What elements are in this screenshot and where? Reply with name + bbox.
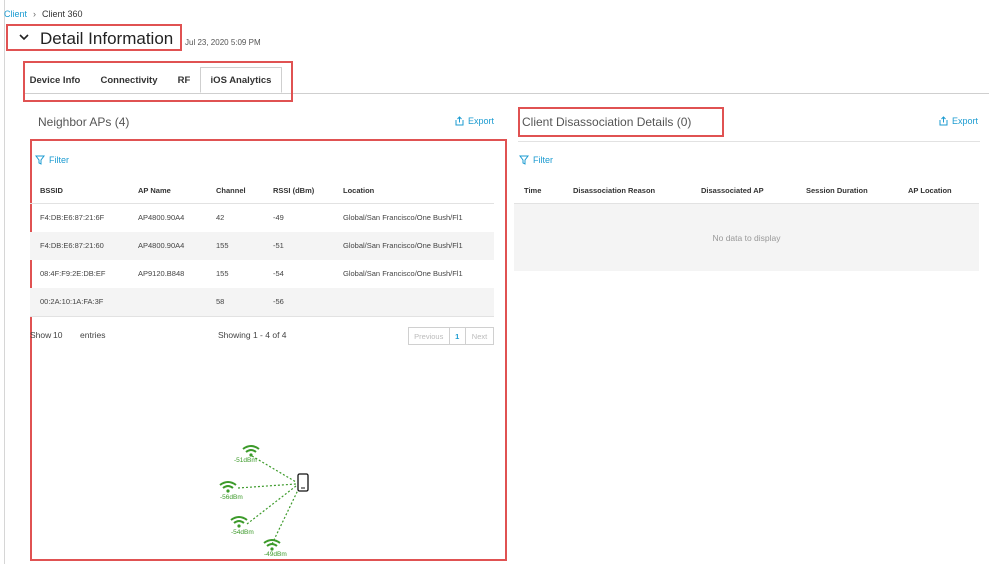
- neighbor-aps-title: Neighbor APs (4): [38, 115, 130, 129]
- disassoc-filter-label: Filter: [533, 155, 553, 165]
- cell-channel: 155: [216, 269, 229, 278]
- neighbor-filter-label: Filter: [49, 155, 69, 165]
- breadcrumb: Client › Client 360: [4, 9, 83, 19]
- col-location[interactable]: Location: [343, 186, 374, 195]
- wifi-icon: [219, 481, 237, 493]
- cell-channel: 58: [216, 297, 225, 306]
- timestamp: Jul 23, 2020 5:09 PM: [185, 38, 261, 47]
- pagination: Previous 1 Next: [408, 327, 494, 345]
- cell-rssi: -54: [273, 269, 284, 278]
- export-icon: [455, 116, 464, 126]
- disassoc-header-rule: [518, 141, 980, 142]
- page-title: Detail Information: [40, 29, 174, 48]
- cell-channel: 42: [216, 213, 225, 222]
- empty-state-text: No data to display: [712, 232, 781, 243]
- col-rssi[interactable]: RSSI (dBm): [273, 186, 314, 195]
- filter-icon: [35, 155, 45, 165]
- disassoc-title: Client Disassociation Details (0): [522, 115, 692, 129]
- col-bssid[interactable]: BSSID: [40, 186, 63, 195]
- left-edge-rule: [4, 0, 5, 564]
- cell-location: Global/San Francisco/One Bush/Fl1: [343, 241, 463, 250]
- disassoc-filter-button[interactable]: Filter: [519, 155, 553, 165]
- table-bottom-rule: [30, 316, 494, 317]
- wifi-icon: [242, 445, 260, 457]
- neighbor-export-button[interactable]: Export: [455, 116, 494, 126]
- rssi-label: -51dBm: [234, 457, 257, 464]
- chevron-right-icon: ›: [33, 9, 37, 19]
- cell-bssid: F4:DB:E6:87:21:60: [40, 241, 104, 250]
- rssi-label: -54dBm: [231, 529, 254, 536]
- col-ap-location[interactable]: AP Location: [908, 186, 952, 195]
- cell-rssi: -51: [273, 241, 284, 250]
- mobile-phone-icon: [297, 473, 309, 492]
- filter-icon: [519, 155, 529, 165]
- cell-channel: 155: [216, 241, 229, 250]
- disassoc-export-label: Export: [952, 116, 979, 126]
- col-channel[interactable]: Channel: [216, 186, 246, 195]
- empty-state: No data to display: [514, 204, 979, 271]
- cell-ap-name: AP4800.90A4: [138, 241, 185, 250]
- col-disassociated-ap[interactable]: Disassociated AP: [701, 186, 764, 195]
- wifi-icon: [230, 516, 248, 528]
- cell-location: Global/San Francisco/One Bush/Fl1: [343, 269, 463, 278]
- cell-rssi: -56: [273, 297, 284, 306]
- neighbor-export-label: Export: [468, 116, 495, 126]
- col-session-duration[interactable]: Session Duration: [806, 186, 868, 195]
- cell-bssid: 00:2A:10:1A:FA:3F: [40, 297, 104, 306]
- entries-label: entries: [80, 330, 106, 340]
- rssi-label: -56dBm: [220, 494, 243, 501]
- show-label: Show: [30, 330, 52, 340]
- cell-bssid: F4:DB:E6:87:21:6F: [40, 213, 105, 222]
- page-size-select[interactable]: 10: [53, 330, 62, 340]
- col-disassociation-reason[interactable]: Disassociation Reason: [573, 186, 655, 195]
- wifi-icon: [263, 539, 281, 551]
- rssi-label: -49dBm: [264, 551, 287, 558]
- page-1-button[interactable]: 1: [450, 328, 466, 344]
- cell-bssid: 08:4F:F9:2E:DB:EF: [40, 269, 106, 278]
- prev-page-button[interactable]: Previous: [409, 328, 450, 344]
- next-page-button[interactable]: Next: [466, 328, 493, 344]
- neighbor-filter-button[interactable]: Filter: [35, 155, 69, 165]
- cell-location: Global/San Francisco/One Bush/Fl1: [343, 213, 463, 222]
- cell-ap-name: AP9120.B848: [138, 269, 185, 278]
- cell-rssi: -49: [273, 213, 284, 222]
- showing-count: Showing 1 - 4 of 4: [218, 330, 287, 340]
- col-ap-name[interactable]: AP Name: [138, 186, 171, 195]
- tabs-highlight-box: [23, 61, 293, 102]
- disassoc-export-button[interactable]: Export: [939, 116, 978, 126]
- cell-ap-name: AP4800.90A4: [138, 213, 185, 222]
- breadcrumb-current: Client 360: [42, 9, 83, 19]
- chevron-down-icon[interactable]: [17, 30, 31, 44]
- col-time[interactable]: Time: [524, 186, 541, 195]
- export-icon: [939, 116, 948, 126]
- breadcrumb-client-link[interactable]: Client: [4, 9, 27, 19]
